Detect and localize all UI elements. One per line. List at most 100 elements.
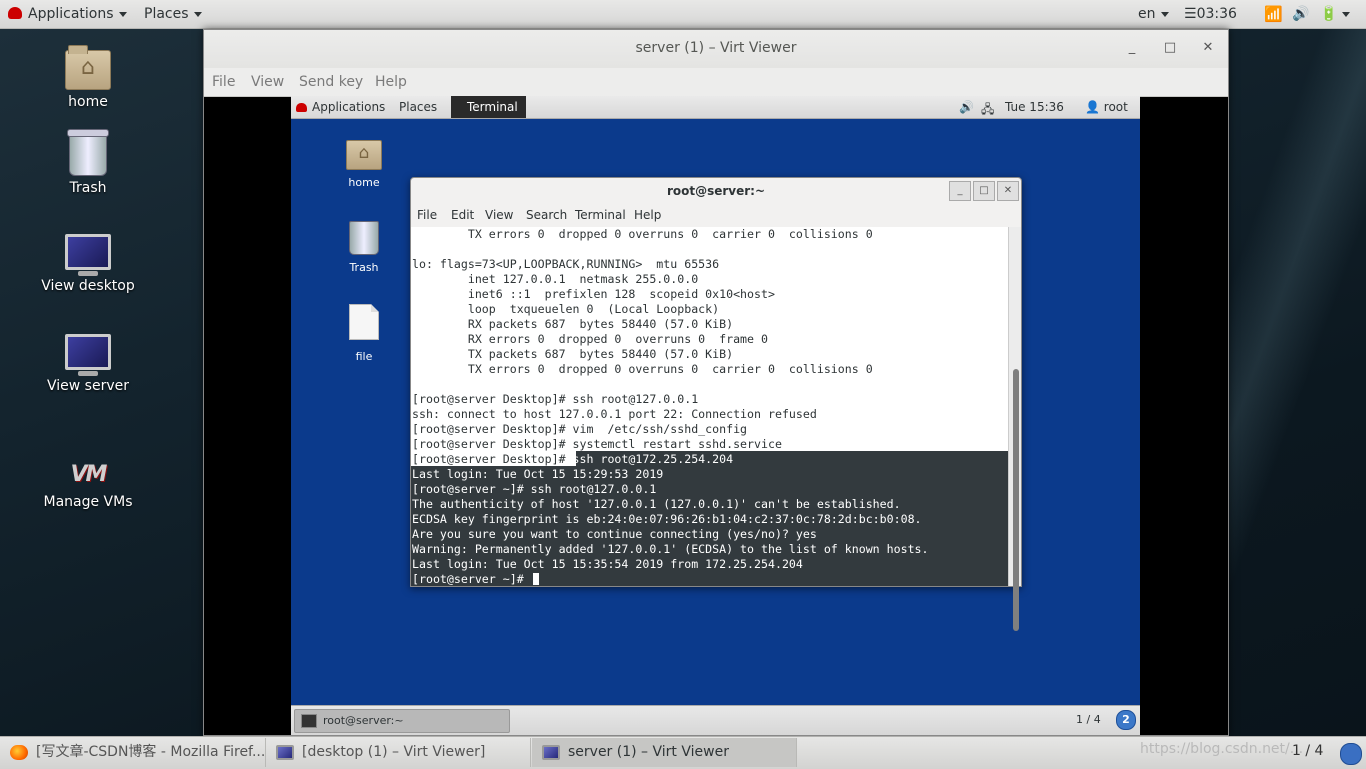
- terminal-line: TX errors 0 dropped 0 overruns 0 carrier…: [412, 362, 873, 376]
- guest-icon-file[interactable]: file: [324, 304, 404, 363]
- menu-file[interactable]: File: [212, 74, 235, 90]
- task-label: [写文章-CSDN博客 - Mozilla Firef...: [36, 744, 266, 760]
- guest-task-label: root@server:~: [323, 714, 404, 727]
- firefox-icon: [10, 744, 28, 760]
- home-folder-icon: [346, 140, 382, 170]
- terminal-close-button[interactable]: ✕: [997, 181, 1019, 201]
- virt-viewer-icon: [276, 744, 294, 760]
- guest-clock[interactable]: Tue 15:36: [1005, 100, 1064, 114]
- terminal-line: inet 127.0.0.1 netmask 255.0.0.0: [412, 272, 699, 286]
- places-label: Places: [144, 6, 189, 22]
- guest-display[interactable]: Applications Places Terminal 🔊 🖧 Tue 15:…: [291, 96, 1140, 735]
- file-icon: [349, 304, 379, 340]
- window-title: server (1) – Virt Viewer: [635, 40, 797, 56]
- terminal-line: lo: flags=73<UP,LOOPBACK,RUNNING> mtu 65…: [412, 257, 720, 271]
- terminal-prompt: [root@server Desktop]#: [412, 452, 566, 466]
- battery-icon[interactable]: 🔋: [1320, 0, 1351, 28]
- menu-help[interactable]: Help: [375, 74, 407, 90]
- terminal-scrollbar[interactable]: [1008, 227, 1021, 631]
- terminal-line: [root@server Desktop]# ssh root@127.0.0.…: [412, 392, 699, 406]
- terminal-menu-edit[interactable]: Edit: [451, 208, 474, 222]
- terminal-maximize-button[interactable]: □: [973, 181, 995, 201]
- desktop-icon-label: Trash: [69, 180, 107, 196]
- applications-menu[interactable]: Applications: [8, 0, 127, 28]
- guest-terminal-launcher[interactable]: Terminal: [451, 96, 526, 118]
- guest-user-menu[interactable]: 👤 root: [1085, 100, 1128, 114]
- trash-icon: [349, 221, 379, 255]
- terminal-line: Are you sure you want to continue connec…: [412, 527, 817, 541]
- close-button[interactable]: ✕: [1198, 38, 1218, 58]
- task-desktop-viewer[interactable]: [desktop (1) – Virt Viewer]: [266, 738, 531, 767]
- scrollbar-thumb[interactable]: [1013, 369, 1019, 631]
- terminal-menu-terminal[interactable]: Terminal: [575, 208, 626, 222]
- guest-icon-home[interactable]: home: [324, 140, 404, 189]
- virt-manager-icon: VM: [70, 462, 108, 487]
- workspace-pager[interactable]: 1 / 4: [1292, 743, 1323, 759]
- desktop-icon-view-server[interactable]: View server: [33, 334, 143, 394]
- guest-terminal-label: Terminal: [467, 100, 518, 114]
- language-menu[interactable]: en: [1138, 0, 1169, 28]
- desktop-icon-label: View server: [47, 378, 129, 394]
- terminal-menu-view[interactable]: View: [485, 208, 513, 222]
- desktop-icon-label: Manage VMs: [43, 494, 133, 510]
- terminal-menu-search[interactable]: Search: [526, 208, 567, 222]
- terminal-minimize-button[interactable]: _: [949, 181, 971, 201]
- terminal-line: ssh: connect to host 127.0.0.1 port 22: …: [412, 407, 817, 421]
- guest-icon-trash[interactable]: Trash: [324, 221, 404, 274]
- terminal-line: RX packets 687 bytes 58440 (57.0 KiB): [412, 317, 734, 331]
- chevron-down-icon: [193, 11, 202, 17]
- task-server-viewer[interactable]: server (1) – Virt Viewer: [532, 738, 797, 767]
- text-cursor: [532, 573, 539, 585]
- terminal-line: RX errors 0 dropped 0 overruns 0 frame 0: [412, 332, 768, 346]
- terminal-menu-file[interactable]: File: [417, 208, 437, 222]
- desktop-icon-label: home: [68, 94, 108, 110]
- guest-workspace-indicator[interactable]: 2: [1116, 710, 1136, 730]
- chevron-down-icon: [1160, 11, 1169, 17]
- monitor-icon: [65, 234, 111, 276]
- guest-user-label: root: [1103, 100, 1128, 114]
- terminal-line: [root@server Desktop]# vim /etc/ssh/sshd…: [412, 422, 748, 436]
- terminal-window: root@server:~ _ □ ✕ File Edit View Searc…: [410, 177, 1022, 631]
- minimize-button[interactable]: _: [1122, 38, 1142, 58]
- terminal-line: inet6 ::1 prefixlen 128 scopeid 0x10<hos…: [412, 287, 775, 301]
- monitor-icon: [65, 334, 111, 376]
- terminal-menu-help[interactable]: Help: [634, 208, 661, 222]
- volume-icon[interactable]: 🔊: [1292, 0, 1309, 28]
- terminal-output[interactable]: TX errors 0 dropped 0 overruns 0 carrier…: [411, 227, 1009, 586]
- places-menu[interactable]: Places: [144, 0, 202, 28]
- trash-icon: [67, 129, 109, 176]
- desktop-icon-trash[interactable]: Trash: [33, 129, 143, 196]
- task-firefox[interactable]: [写文章-CSDN博客 - Mozilla Firef...: [0, 738, 266, 767]
- terminal-command: ssh root@172.25.254.204: [565, 452, 734, 466]
- desktop-icon-view-desktop[interactable]: View desktop: [33, 234, 143, 294]
- maximize-button[interactable]: □: [1160, 38, 1180, 58]
- redhat-logo-icon: [8, 7, 22, 19]
- clock[interactable]: ☰03:36: [1184, 0, 1237, 28]
- menu-send-key[interactable]: Send key: [299, 74, 363, 90]
- guest-places-menu[interactable]: Places: [399, 100, 437, 114]
- terminal-line: The authenticity of host '127.0.0.1 (127…: [412, 497, 901, 511]
- desktop-icon-manage-vms[interactable]: VM Manage VMs: [33, 462, 143, 510]
- window-titlebar[interactable]: server (1) – Virt Viewer _ □ ✕: [204, 30, 1228, 68]
- terminal-line: TX packets 687 bytes 58440 (57.0 KiB): [412, 347, 734, 361]
- menu-view[interactable]: View: [251, 74, 284, 90]
- desktop-icon-home[interactable]: home: [33, 45, 143, 110]
- terminal-line: loop txqueuelen 0 (Local Loopback): [412, 302, 720, 316]
- task-label: [desktop (1) – Virt Viewer]: [302, 744, 486, 760]
- virt-viewer-window: server (1) – Virt Viewer _ □ ✕ File View…: [203, 29, 1229, 736]
- terminal-line: [root@server Desktop]# systemctl restart…: [412, 437, 782, 451]
- language-label: en: [1138, 6, 1156, 22]
- chevron-down-icon: [1342, 11, 1351, 17]
- terminal-menu-bar: File Edit View Search Terminal Help: [411, 205, 1021, 227]
- workspace-indicator[interactable]: [1340, 743, 1362, 765]
- guest-applications-menu[interactable]: Applications: [296, 100, 385, 114]
- clock-label: 03:36: [1196, 6, 1237, 22]
- network-icon[interactable]: 🖧: [981, 100, 994, 121]
- chevron-down-icon: [118, 11, 127, 17]
- terminal-line: Last login: Tue Oct 15 15:35:54 2019 fro…: [412, 557, 803, 571]
- volume-icon[interactable]: 🔊: [959, 100, 974, 114]
- wifi-icon[interactable]: 📶: [1264, 0, 1283, 28]
- guest-workspace-pager[interactable]: 1 / 4: [1076, 713, 1101, 726]
- guest-task-terminal[interactable]: root@server:~: [294, 709, 510, 733]
- guest-bottom-panel: root@server:~ 1 / 4 2: [291, 705, 1140, 735]
